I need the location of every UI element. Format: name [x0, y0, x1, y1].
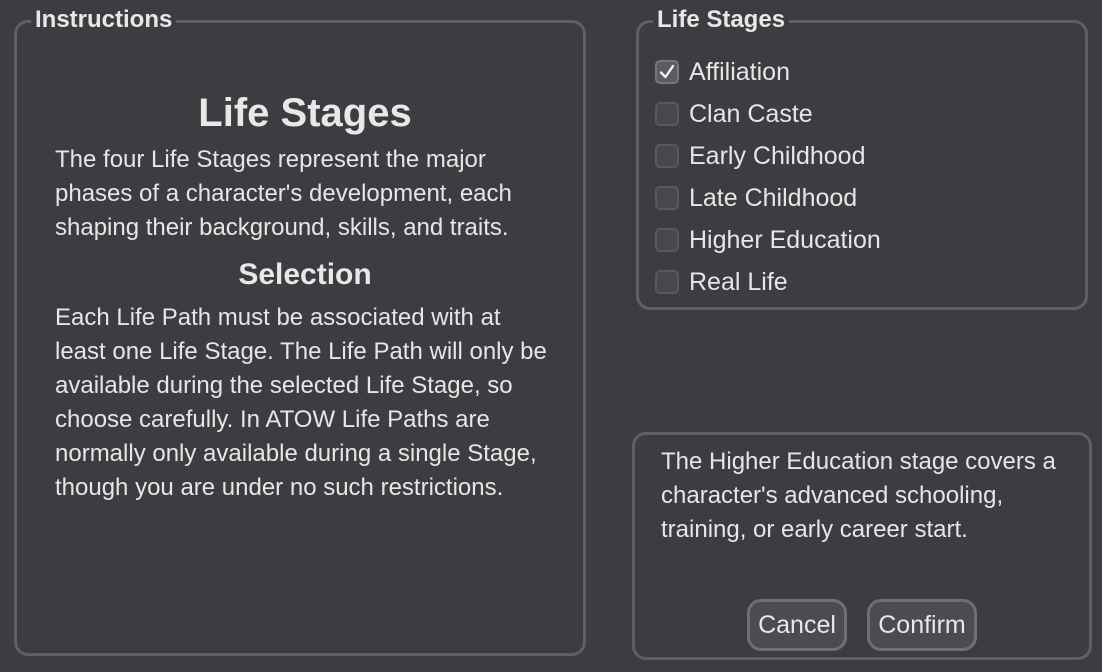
instructions-content: Life Stages The four Life Stages represe…: [55, 79, 555, 505]
cancel-button[interactable]: Cancel: [747, 599, 847, 651]
stage-label: Real Life: [689, 268, 788, 296]
stage-description-text: The Higher Education stage covers a char…: [661, 448, 1056, 543]
confirm-button[interactable]: Confirm: [867, 599, 977, 651]
life-stages-panel-title: Life Stages: [653, 6, 790, 34]
life-stages-dialog: Instructions Life Stages The four Life S…: [0, 0, 1102, 672]
stage-item-late-childhood[interactable]: Late Childhood: [655, 177, 881, 219]
clan-caste-checkbox[interactable]: [655, 102, 679, 126]
instructions-intro: The four Life Stages represent the major…: [55, 146, 512, 241]
affiliation-checkbox[interactable]: [655, 60, 679, 84]
real-life-checkbox[interactable]: [655, 270, 679, 294]
instructions-heading: Life Stages: [198, 91, 412, 135]
stage-label: Late Childhood: [689, 184, 858, 212]
stage-label: Higher Education: [689, 226, 881, 254]
stage-description-panel: The Higher Education stage covers a char…: [632, 432, 1092, 660]
stage-item-higher-education[interactable]: Higher Education: [655, 219, 881, 261]
higher-education-checkbox[interactable]: [655, 228, 679, 252]
life-stages-panel: Life Stages Affiliation Clan Caste Early…: [636, 6, 1088, 310]
stage-item-affiliation[interactable]: Affiliation: [655, 51, 881, 93]
instructions-panel: Instructions Life Stages The four Life S…: [14, 6, 586, 656]
stage-label: Affiliation: [689, 58, 790, 86]
checkmark-icon: [659, 64, 675, 79]
stage-item-real-life[interactable]: Real Life: [655, 261, 881, 303]
early-childhood-checkbox[interactable]: [655, 144, 679, 168]
instructions-panel-title: Instructions: [31, 6, 177, 34]
stage-item-clan-caste[interactable]: Clan Caste: [655, 93, 881, 135]
stage-item-early-childhood[interactable]: Early Childhood: [655, 135, 881, 177]
instructions-subheading: Selection: [238, 258, 372, 291]
stage-label: Clan Caste: [689, 100, 813, 128]
instructions-body: Each Life Path must be associated with a…: [55, 304, 547, 501]
stage-label: Early Childhood: [689, 142, 866, 170]
life-stages-list: Affiliation Clan Caste Early Childhood L…: [655, 51, 881, 303]
late-childhood-checkbox[interactable]: [655, 186, 679, 210]
